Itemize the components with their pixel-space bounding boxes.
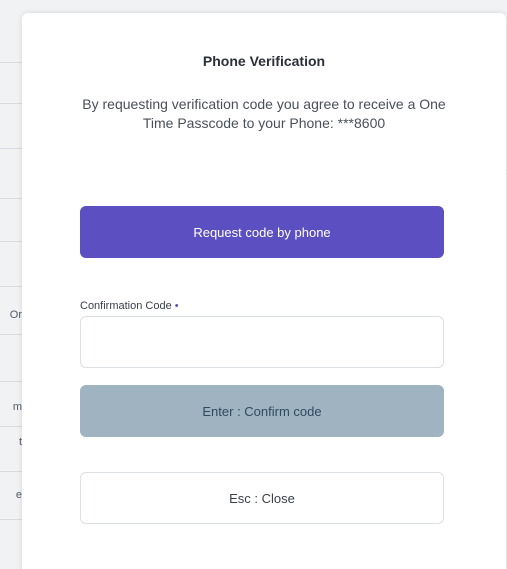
- confirm-code-button[interactable]: Enter : Confirm code: [80, 385, 444, 437]
- confirmation-code-input[interactable]: [80, 316, 444, 368]
- background-divider: [0, 519, 22, 520]
- dialog-title: Phone Verification: [202, 53, 326, 69]
- background-divider: [0, 198, 22, 199]
- required-marker: •: [174, 300, 179, 312]
- background-text-fragment: Or: [9, 309, 22, 321]
- background-divider: [0, 62, 22, 63]
- confirmation-code-label: Confirmation Code •: [80, 300, 179, 312]
- background-divider: [0, 241, 22, 242]
- background-divider: [0, 286, 22, 287]
- background-divider: [0, 426, 22, 427]
- background-divider: [0, 103, 22, 104]
- close-button[interactable]: Esc : Close: [80, 472, 444, 524]
- background-divider: [0, 381, 22, 382]
- request-code-button[interactable]: Request code by phone: [80, 206, 444, 258]
- background-text-fragment: m: [12, 401, 22, 413]
- background-divider: [0, 471, 22, 472]
- background-text-fragment: t: [18, 436, 22, 448]
- confirmation-code-label-text: Confirmation Code: [80, 300, 172, 312]
- phone-verification-dialog: Phone Verification By requesting verific…: [22, 13, 506, 569]
- background-divider: [0, 148, 22, 149]
- background-divider: [0, 334, 22, 335]
- background-text-fragment: e: [15, 489, 22, 501]
- dialog-description: By requesting verification code you agre…: [82, 96, 446, 131]
